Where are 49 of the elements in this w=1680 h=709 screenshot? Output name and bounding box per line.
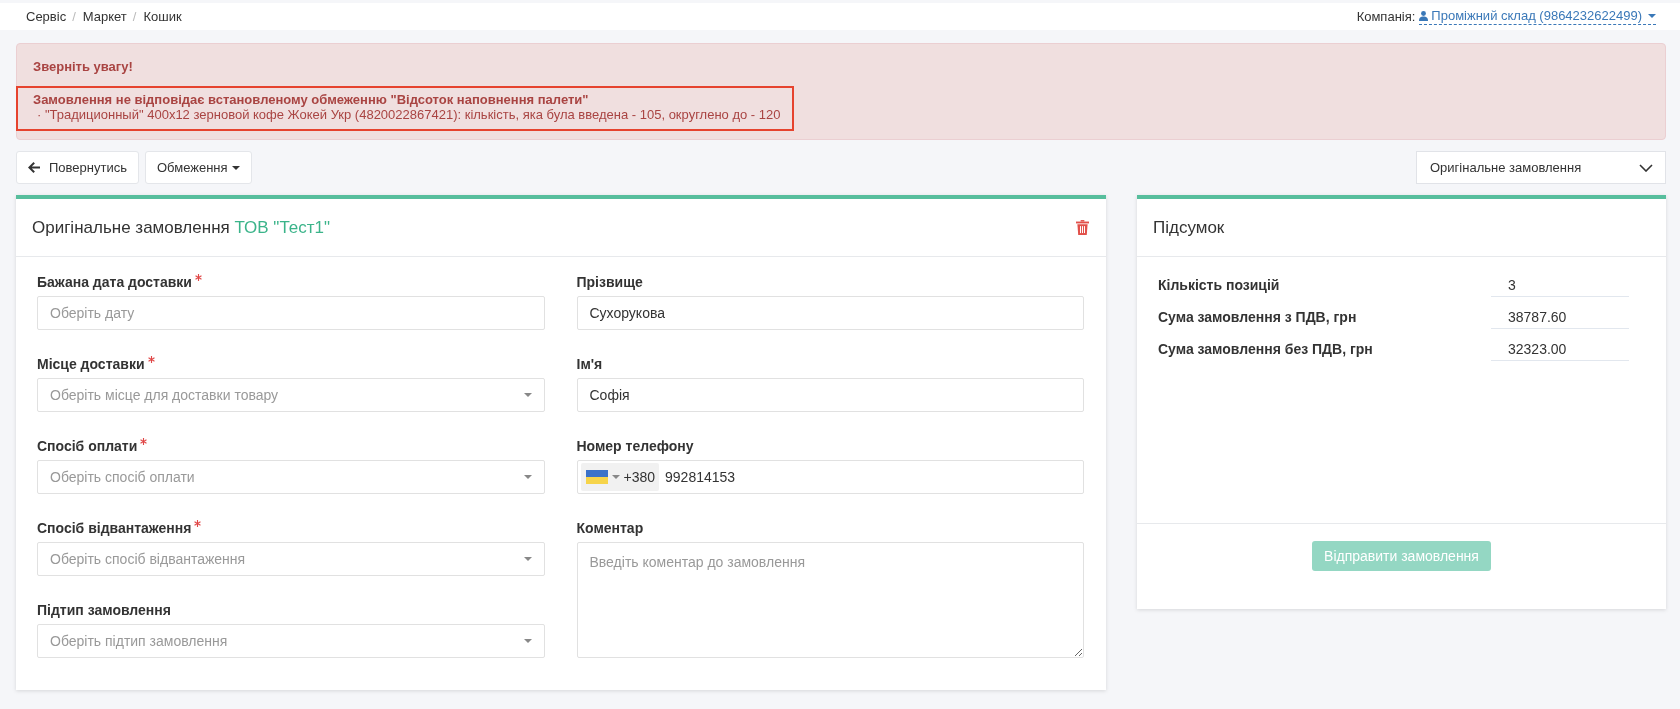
caret-icon bbox=[523, 557, 532, 561]
caret-icon bbox=[523, 639, 532, 643]
caret-icon bbox=[523, 475, 532, 479]
field-label: Бажана дата доставки bbox=[37, 273, 192, 292]
back-button[interactable]: Повернутись bbox=[16, 151, 139, 184]
summary-value: 3 bbox=[1491, 273, 1629, 297]
card-title: Підсумок bbox=[1153, 217, 1225, 238]
breadcrumb-separator: / bbox=[72, 9, 76, 24]
field-label: Місце доставки bbox=[37, 355, 145, 374]
breadcrumb-link[interactable]: Маркет bbox=[82, 9, 127, 24]
field-label: Номер телефону bbox=[576, 437, 694, 456]
field-label: Підтип замовлення bbox=[37, 601, 171, 620]
field-label: Спосіб відвантаження bbox=[37, 519, 192, 538]
breadcrumb-link[interactable]: Сервіс bbox=[26, 9, 67, 24]
alert-title: Зверніть увагу! bbox=[33, 59, 134, 75]
summary-value: 32323.00 bbox=[1491, 337, 1629, 361]
phone-number-input[interactable]: 992814153 bbox=[665, 463, 1080, 491]
phone-field[interactable]: +380 992814153 bbox=[576, 460, 1084, 494]
breadcrumb-separator: / bbox=[132, 9, 137, 24]
caret-icon bbox=[611, 475, 620, 479]
caret-icon bbox=[231, 165, 240, 170]
breadcrumb-link[interactable]: Кошик bbox=[143, 9, 182, 24]
comment-field[interactable]: Введіть коментар до замовлення bbox=[576, 542, 1084, 658]
alert-message: Замовлення не відповідає встановленому обмеженню "Відсоток наповнення палети" bbox=[33, 92, 590, 107]
flag-icon bbox=[585, 470, 608, 484]
alert-item: · "Традиционный" 400x12 зерновой кофе Жокей Укр (4820022867421): кількість, яка була введена - 105, округлено до - 120 bbox=[36, 107, 781, 122]
date-field[interactable]: Оберіть дату bbox=[37, 296, 545, 330]
chevron-down-icon bbox=[1639, 163, 1653, 172]
view-select[interactable]: Оригінальне замовлення bbox=[1416, 151, 1666, 184]
field-label: Коментар bbox=[576, 519, 644, 538]
caret-icon bbox=[1648, 13, 1656, 18]
arrow-left-icon bbox=[28, 162, 40, 173]
limits-dropdown-button[interactable]: Обмеження bbox=[144, 151, 252, 184]
user-icon bbox=[1419, 10, 1429, 21]
summary-value: 38787.60 bbox=[1491, 305, 1629, 329]
caret-icon bbox=[523, 393, 532, 397]
country-code-button[interactable]: +380 bbox=[580, 463, 660, 491]
trash-icon[interactable] bbox=[1076, 220, 1089, 235]
text-field[interactable]: Софія bbox=[576, 378, 1084, 412]
field-label: Прізвище bbox=[576, 273, 643, 292]
summary-label: Сума замовлення без ПДВ, грн bbox=[1158, 341, 1374, 357]
text-field[interactable]: Сухорукова bbox=[576, 296, 1084, 330]
field-label: Ім'я bbox=[576, 355, 603, 374]
company-label: Компанія: bbox=[1356, 9, 1416, 24]
summary-label: Кількість позицій bbox=[1158, 277, 1281, 293]
summary-label: Сума замовлення з ПДВ, грн bbox=[1158, 309, 1358, 325]
company-dropdown[interactable]: Проміжний склад (9864232622499) bbox=[1419, 8, 1656, 25]
field-label: Спосіб оплати bbox=[37, 437, 138, 456]
card-title: Оригінальне замовлення ТОВ "Тест1" bbox=[32, 217, 331, 238]
